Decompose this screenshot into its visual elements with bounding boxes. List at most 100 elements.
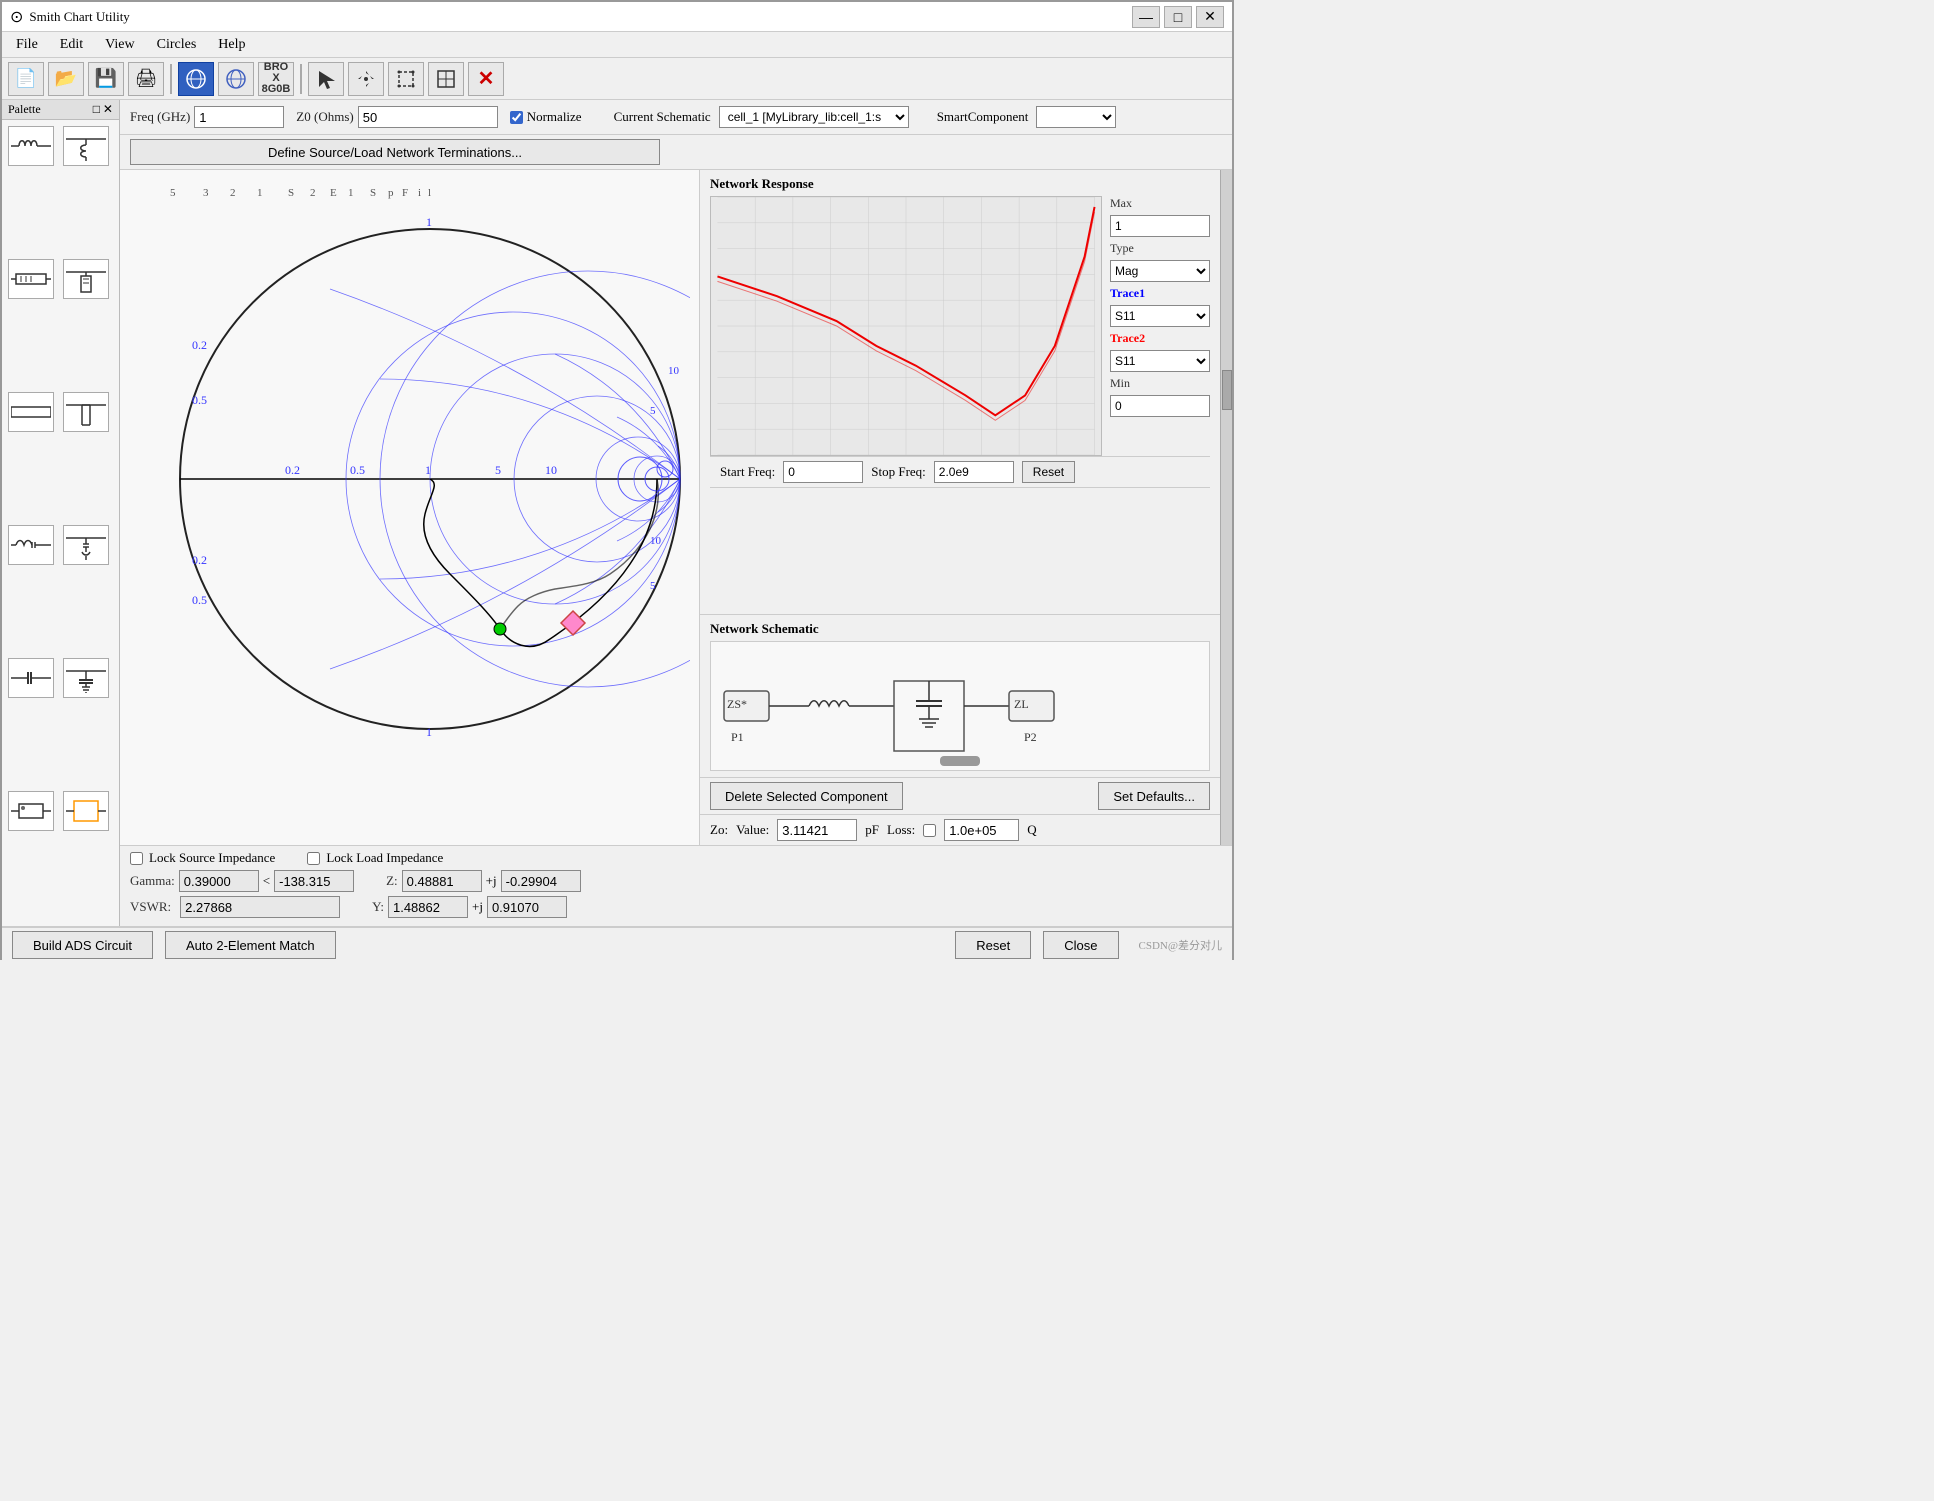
palette-controls[interactable]: □ ✕ bbox=[93, 102, 113, 117]
menu-view[interactable]: View bbox=[95, 35, 144, 55]
svg-text:ZL: ZL bbox=[1014, 697, 1029, 711]
palette-item-shunt-rl[interactable] bbox=[63, 259, 109, 299]
svg-text:10: 10 bbox=[545, 463, 557, 477]
svg-text:F: F bbox=[402, 187, 408, 199]
y-real-input[interactable] bbox=[388, 896, 468, 918]
palette-item-block1[interactable] bbox=[8, 791, 54, 831]
palette-item-series-inductor[interactable] bbox=[8, 126, 54, 166]
open-button[interactable]: 📂 bbox=[48, 62, 84, 96]
new-button[interactable]: 📄 bbox=[8, 62, 44, 96]
palette-item-cap[interactable] bbox=[8, 658, 54, 698]
trace1-select[interactable]: S11S21 bbox=[1110, 305, 1210, 327]
palette-title: Palette bbox=[8, 102, 41, 117]
type-select[interactable]: MagPhasedB bbox=[1110, 260, 1210, 282]
save-button[interactable]: 💾 bbox=[88, 62, 124, 96]
min-label: Min bbox=[1110, 376, 1210, 391]
scrollbar-thumb[interactable] bbox=[1222, 370, 1232, 410]
component-value-input[interactable] bbox=[777, 819, 857, 841]
right-panel-scrollbar[interactable] bbox=[1220, 170, 1232, 845]
globe-button[interactable] bbox=[178, 62, 214, 96]
menu-bar: File Edit View Circles Help bbox=[2, 32, 1232, 58]
toolbar: 📄 📂 💾 🖨 BROX8G0B ✕ bbox=[2, 58, 1232, 100]
palette-item-tline[interactable] bbox=[8, 392, 54, 432]
close-button[interactable]: ✕ bbox=[1196, 6, 1224, 28]
minimize-button[interactable]: — bbox=[1132, 6, 1160, 28]
content-area: 5 3 2 1 S 2 E 1 S p F i l bbox=[120, 170, 1232, 845]
lock-source-checkbox[interactable] bbox=[130, 852, 143, 865]
params-row: Freq (GHz) Z0 (Ohms) Normalize Current S… bbox=[120, 100, 1232, 135]
normalize-label: Normalize bbox=[527, 109, 582, 125]
palette-item-series-rl[interactable] bbox=[8, 259, 54, 299]
angle-value-input[interactable] bbox=[274, 870, 354, 892]
align-button[interactable] bbox=[428, 62, 464, 96]
min-input[interactable] bbox=[1110, 395, 1210, 417]
svg-text:E: E bbox=[330, 187, 337, 199]
app-icon: ⊙ bbox=[10, 7, 23, 27]
right-panel: Network Response bbox=[700, 170, 1232, 845]
stop-freq-input[interactable] bbox=[934, 461, 1014, 483]
svg-text:0.5: 0.5 bbox=[192, 393, 207, 407]
center-right: Freq (GHz) Z0 (Ohms) Normalize Current S… bbox=[120, 100, 1232, 926]
gamma-value-input[interactable] bbox=[179, 870, 259, 892]
freq-input[interactable] bbox=[194, 106, 284, 128]
z0-input[interactable] bbox=[358, 106, 498, 128]
loss-checkbox[interactable] bbox=[923, 824, 936, 837]
palette-item-series-lc[interactable] bbox=[8, 525, 54, 565]
palette-item-shunt-lc[interactable] bbox=[63, 525, 109, 565]
svg-text:i: i bbox=[418, 187, 421, 199]
define-btn-row: Define Source/Load Network Terminations.… bbox=[120, 135, 1232, 170]
menu-edit[interactable]: Edit bbox=[50, 35, 93, 55]
trace2-select[interactable]: S11S21 bbox=[1110, 350, 1210, 372]
svg-text:1: 1 bbox=[426, 215, 432, 229]
menu-help[interactable]: Help bbox=[208, 35, 255, 55]
smith-chart-svg[interactable]: 5 3 2 1 S 2 E 1 S p F i l bbox=[130, 174, 690, 754]
svg-text:5: 5 bbox=[650, 405, 656, 417]
bottom-section: Lock Source Impedance Lock Load Impedanc… bbox=[120, 845, 1232, 926]
svg-text:0.5: 0.5 bbox=[350, 463, 365, 477]
freq-row: Start Freq: Stop Freq: Reset bbox=[710, 456, 1210, 488]
move-button[interactable] bbox=[348, 62, 384, 96]
print-button[interactable]: 🖨 bbox=[128, 62, 164, 96]
maximize-button[interactable]: □ bbox=[1164, 6, 1192, 28]
network-response-chart[interactable] bbox=[710, 196, 1102, 456]
palette-header: Palette □ ✕ bbox=[2, 100, 119, 120]
palette-item-shunt-inductor[interactable] bbox=[63, 126, 109, 166]
svg-text:0.2: 0.2 bbox=[192, 553, 207, 567]
normalize-checkbox[interactable] bbox=[510, 111, 523, 124]
footer-close-button[interactable]: Close bbox=[1043, 931, 1118, 959]
footer-reset-button[interactable]: Reset bbox=[955, 931, 1031, 959]
z-imag-input[interactable] bbox=[501, 870, 581, 892]
globe2-button[interactable] bbox=[218, 62, 254, 96]
lock-load-checkbox[interactable] bbox=[307, 852, 320, 865]
freq-reset-button[interactable]: Reset bbox=[1022, 461, 1075, 483]
q-value-input[interactable] bbox=[944, 819, 1019, 841]
build-ads-button[interactable]: Build ADS Circuit bbox=[12, 931, 153, 959]
current-schematic-select[interactable]: cell_1 [MyLibrary_lib:cell_1:s bbox=[719, 106, 909, 128]
palette: Palette □ ✕ bbox=[2, 100, 120, 926]
define-button[interactable]: Define Source/Load Network Terminations.… bbox=[130, 139, 660, 165]
max-input[interactable] bbox=[1110, 215, 1210, 237]
marquee-button[interactable] bbox=[388, 62, 424, 96]
menu-circles[interactable]: Circles bbox=[147, 35, 207, 55]
palette-item-shunt-tline[interactable] bbox=[63, 392, 109, 432]
zo-row: Zo: Value: pF Loss: Q bbox=[700, 814, 1220, 845]
delete-defaults-row: Delete Selected Component Set Defaults..… bbox=[700, 778, 1220, 814]
network-schematic-section: Network Schematic ZS* P1 bbox=[700, 615, 1220, 778]
menu-file[interactable]: File bbox=[6, 35, 48, 55]
gamma-row: Gamma: < Z: +j bbox=[130, 870, 1222, 892]
delete-component-button[interactable]: Delete Selected Component bbox=[710, 782, 903, 810]
start-freq-input[interactable] bbox=[783, 461, 863, 483]
y-imag-input[interactable] bbox=[487, 896, 567, 918]
cursor-button[interactable] bbox=[308, 62, 344, 96]
vswr-value-input[interactable] bbox=[180, 896, 340, 918]
set-defaults-button[interactable]: Set Defaults... bbox=[1098, 782, 1210, 810]
grid-button[interactable]: BROX8G0B bbox=[258, 62, 294, 96]
z-real-input[interactable] bbox=[402, 870, 482, 892]
delete-tool-button[interactable]: ✕ bbox=[468, 62, 504, 96]
smart-component-select[interactable] bbox=[1036, 106, 1116, 128]
auto-match-button[interactable]: Auto 2-Element Match bbox=[165, 931, 336, 959]
palette-item-block2[interactable] bbox=[63, 791, 109, 831]
schematic-scrollbar-thumb[interactable] bbox=[940, 756, 980, 766]
start-freq-label: Start Freq: bbox=[720, 464, 775, 480]
palette-item-shunt-cap[interactable] bbox=[63, 658, 109, 698]
